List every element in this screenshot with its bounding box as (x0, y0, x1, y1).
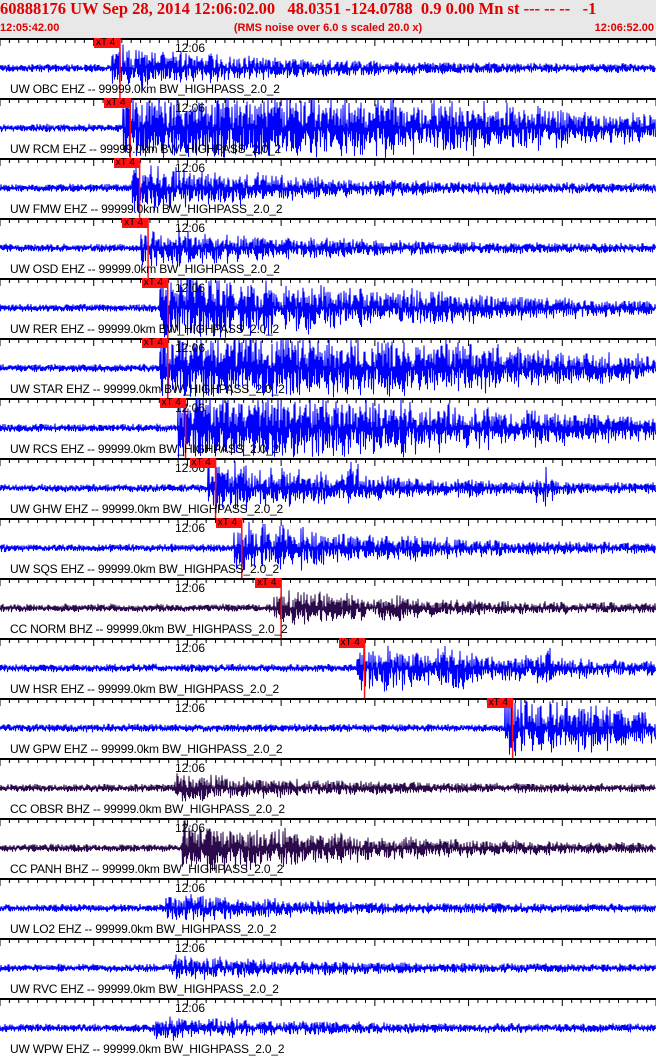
pick-marker[interactable]: xT 4 (93, 38, 120, 48)
waveform (0, 228, 656, 267)
waveform (0, 589, 656, 625)
station-label: UW RVC EHZ -- 99999.0km BW_HIGHPASS_2.0_… (10, 982, 279, 996)
station-label: UW LO2 EHZ -- 99999.0km BW_HIGHPASS_2.0_… (10, 922, 277, 936)
trace-rer: 12:06 UW RER EHZ -- 99999.0km BW_HIGHPASS… (0, 278, 656, 338)
pick-marker[interactable]: xT 4 (159, 398, 186, 408)
time-label: 12:06 (175, 341, 206, 355)
trace-obsr: 12:06 CC OBSR BHZ -- 99999.0km BW_HIGHPAS… (0, 758, 656, 818)
trace-ghw: 12:06 UW GHW EHZ -- 99999.0km BW_HIGHPASS… (0, 458, 656, 518)
time-label: 12:06 (175, 161, 206, 175)
time-label: 12:06 (175, 521, 206, 535)
station-label: CC PANH BHZ -- 99999.0km BW_HIGHPASS_2.0… (10, 862, 284, 876)
station-label: UW RCM EHZ -- 99999.0km BW_HIGHPASS_2.0_… (10, 142, 281, 156)
pick-marker[interactable]: xT 4 (255, 578, 282, 588)
trace-gpw: 12:06 UW GPW EHZ -- 99999.0km BW_HIGHPASS… (0, 698, 656, 758)
trace-lo2: 12:06 UW LO2 EHZ -- 99999.0km BW_HIGHPASS… (0, 878, 656, 938)
waveform (0, 1016, 656, 1041)
trace-sqs: 12:06 UW SQS EHZ -- 99999.0km BW_HIGHPASS… (0, 518, 656, 578)
time-label: 12:06 (175, 761, 206, 775)
station-label: UW GHW EHZ -- 99999.0km BW_HIGHPASS_2.0_… (10, 502, 283, 516)
station-label: CC OBSR BHZ -- 99999.0km BW_HIGHPASS_2.0… (10, 802, 285, 816)
pick-marker[interactable]: xT 4 (189, 458, 216, 468)
trace-rcm: 12:06 UW RCM EHZ -- 99999.0km BW_HIGHPASS… (0, 98, 656, 158)
time-label: 12:06 (175, 101, 206, 115)
trace-panh: 12:06 CC PANH BHZ -- 99999.0km BW_HIGHPAS… (0, 818, 656, 878)
trace-star: 12:06 UW STAR EHZ -- 99999.0km BW_HIGHPAS… (0, 338, 656, 398)
end-time: 12:06:52.00 (594, 22, 654, 34)
station-label: UW HSR EHZ -- 99999.0km BW_HIGHPASS_2.0_… (10, 682, 279, 696)
trace-hsr: 12:06 UW HSR EHZ -- 99999.0km BW_HIGHPASS… (0, 638, 656, 698)
station-label: UW GPW EHZ -- 99999.0km BW_HIGHPASS_2.0_… (10, 742, 283, 756)
waveform (0, 773, 656, 802)
waveform (0, 894, 656, 922)
station-label: UW FMW EHZ -- 99999.0km BW_HIGHPASS_2.0_… (10, 202, 283, 216)
event-title: 60888176 UW Sep 28, 2014 12:06:02.00 48.… (0, 0, 597, 18)
time-label: 12:06 (175, 881, 206, 895)
pick-marker[interactable]: xT 4 (215, 518, 242, 528)
time-label: 12:06 (175, 221, 206, 235)
time-label: 12:06 (175, 821, 206, 835)
trace-norm: 12:06 CC NORM BHZ -- 99999.0km BW_HIGHPAS… (0, 578, 656, 638)
station-label: UW OBC EHZ -- 99999.0km BW_HIGHPASS_2.0_… (10, 82, 280, 96)
pick-marker[interactable]: xT 4 (141, 338, 168, 348)
start-time: 12:05:42.00 (0, 22, 60, 34)
station-label: UW RCS EHZ -- 99999.0km BW_HIGHPASS_2.0_… (10, 442, 279, 456)
time-label: 12:06 (175, 281, 206, 295)
pick-marker[interactable]: xT 4 (122, 218, 149, 228)
trace-wpw: 12:06 UW WPW EHZ -- 99999.0km BW_HIGHPASS… (0, 998, 656, 1058)
station-label: UW RER EHZ -- 99999.0km BW_HIGHPASS_2.0_… (10, 322, 279, 336)
pick-marker[interactable]: xT 4 (104, 98, 131, 108)
pick-marker[interactable]: xT 4 (113, 158, 140, 168)
pick-marker[interactable]: xT 4 (486, 698, 513, 708)
trace-fmw: 12:06 UW FMW EHZ -- 99999.0km BW_HIGHPASS… (0, 158, 656, 218)
pick-marker[interactable]: xT 4 (338, 638, 365, 648)
station-label: CC NORM BHZ -- 99999.0km BW_HIGHPASS_2.0… (10, 622, 288, 636)
pick-marker[interactable]: xT 4 (141, 278, 168, 288)
trace-obc: 12:06 UW OBC EHZ -- 99999.0km BW_HIGHPASS… (0, 38, 656, 98)
trace-osd: 12:06 UW OSD EHZ -- 99999.0km BW_HIGHPASS… (0, 218, 656, 278)
station-label: UW OSD EHZ -- 99999.0km BW_HIGHPASS_2.0_… (10, 262, 280, 276)
event-header: 60888176 UW Sep 28, 2014 12:06:02.00 48.… (0, 0, 656, 38)
trace-rvc: 12:06 UW RVC EHZ -- 99999.0km BW_HIGHPASS… (0, 938, 656, 998)
station-label: UW WPW EHZ -- 99999.0km BW_HIGHPASS_2.0_… (10, 1042, 285, 1056)
time-label: 12:06 (175, 701, 206, 715)
scaling-note: (RMS noise over 6.0 s scaled 20.0 x) (233, 22, 423, 34)
time-label: 12:06 (175, 581, 206, 595)
time-label: 12:06 (175, 41, 206, 55)
seismogram-traces: 12:06 UW OBC EHZ -- 99999.0km BW_HIGHPASS… (0, 38, 656, 1058)
trace-rcs: 12:06 UW RCS EHZ -- 99999.0km BW_HIGHPASS… (0, 398, 656, 458)
time-label: 12:06 (175, 1001, 206, 1015)
station-label: UW SQS EHZ -- 99999.0km BW_HIGHPASS_2.0_… (10, 562, 280, 576)
time-label: 12:06 (175, 641, 206, 655)
station-label: UW STAR EHZ -- 99999.0km BW_HIGHPASS_2.0… (10, 382, 285, 396)
time-label: 12:06 (175, 941, 206, 955)
waveform (0, 954, 656, 980)
